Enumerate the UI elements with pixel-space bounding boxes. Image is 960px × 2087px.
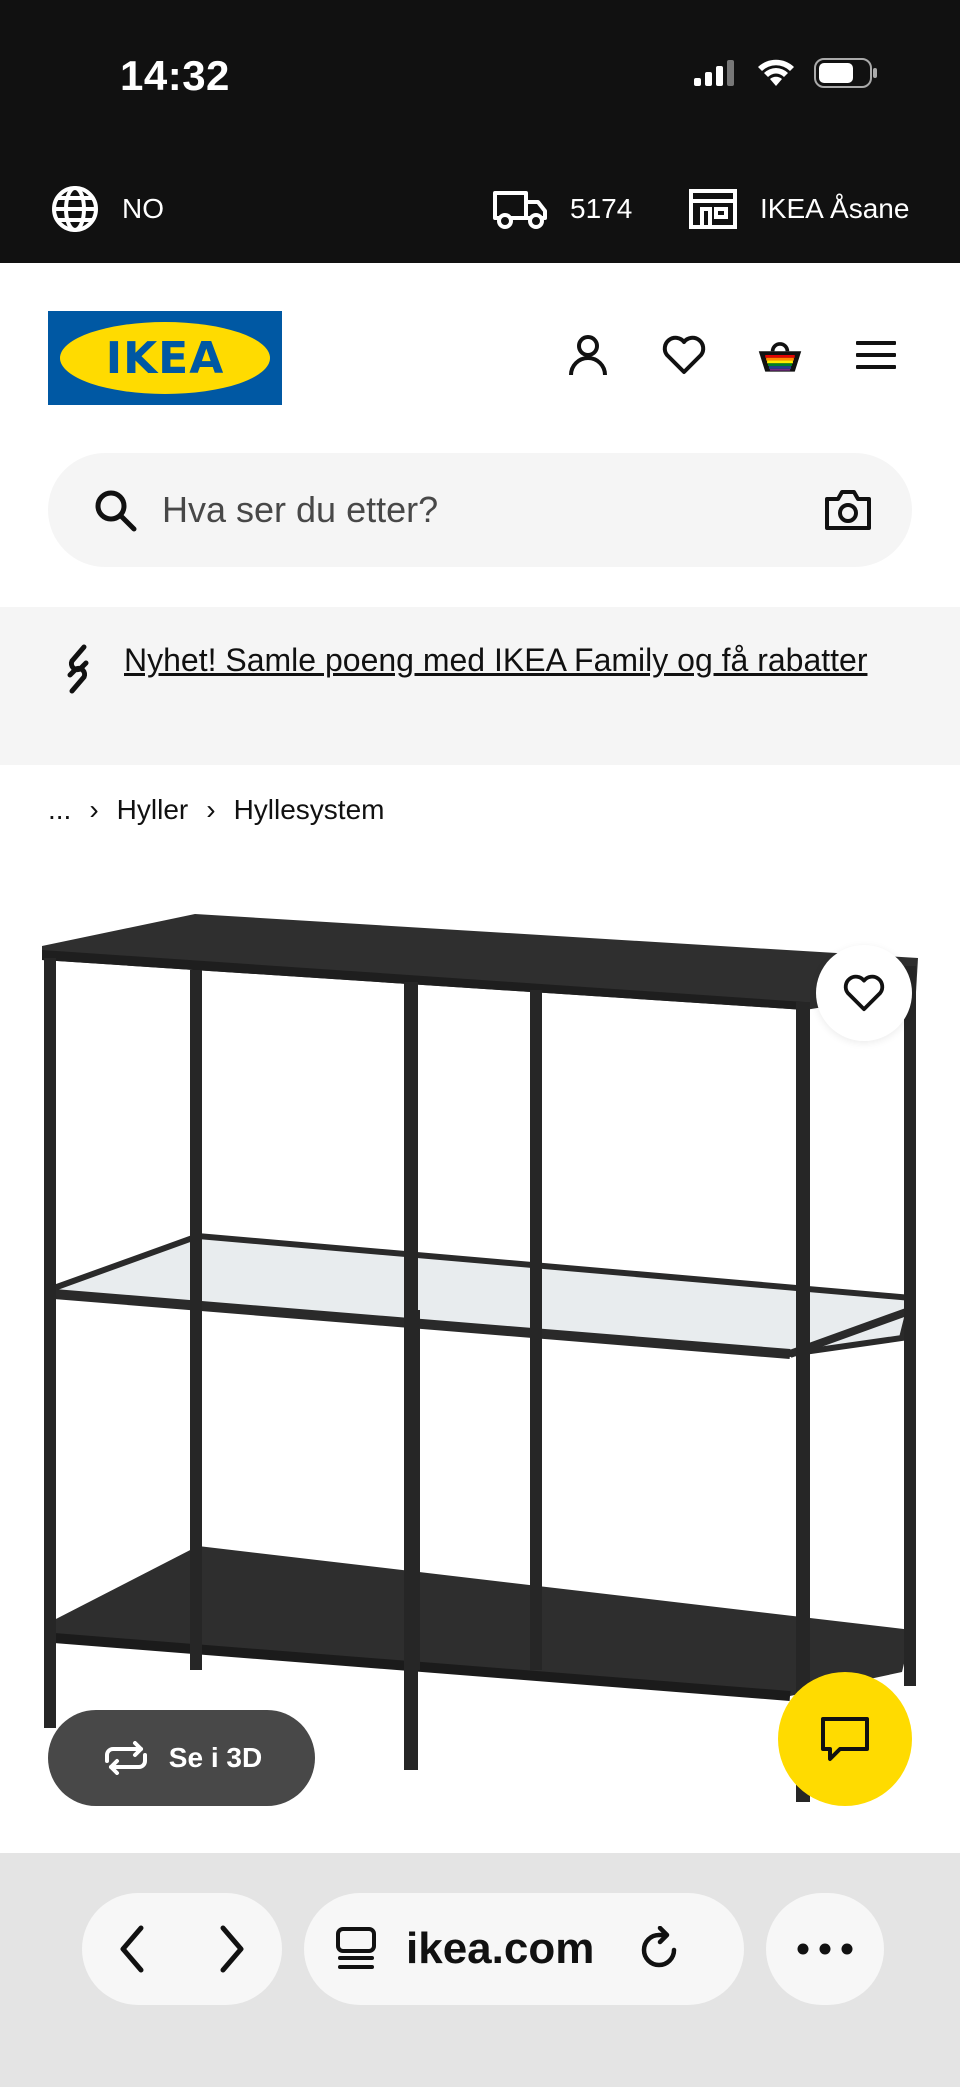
store-label: IKEA Åsane	[760, 193, 910, 224]
search-input[interactable]	[162, 489, 782, 531]
browser-toolbar: ikea.com	[0, 1853, 960, 2087]
truck-icon	[493, 191, 547, 229]
menu-button[interactable]	[852, 331, 900, 379]
search-icon	[95, 490, 137, 532]
chat-icon	[821, 1717, 869, 1761]
chevron-right-icon: ›	[89, 794, 99, 825]
rotate-3d-icon	[104, 1741, 147, 1775]
wifi-icon	[758, 59, 794, 86]
logo-text: IKEA	[105, 332, 225, 384]
breadcrumb: ... › Hyller › Hyllesystem	[48, 794, 384, 826]
ikea-logo[interactable]: IKEA	[48, 311, 282, 405]
more-options-button[interactable]	[766, 1893, 884, 2005]
forward-icon[interactable]	[215, 1924, 249, 1974]
url-text: ikea.com	[406, 1924, 595, 1973]
logo-oval: IKEA	[60, 322, 270, 394]
cart-icon	[758, 342, 802, 372]
status-bar: 14:32	[0, 0, 960, 155]
top-info-bar: NO 5174 IKEA Åsane	[0, 155, 960, 263]
address-bar[interactable]: ikea.com	[304, 1893, 744, 2005]
status-icons	[694, 58, 878, 88]
add-to-favourites-button[interactable]	[816, 945, 912, 1041]
site-header: IKEA	[0, 263, 960, 607]
cart-button[interactable]	[756, 331, 804, 379]
postal-code-label: 5174	[570, 193, 633, 224]
breadcrumb-item-hyllesystem[interactable]: Hyllesystem	[234, 794, 385, 826]
back-icon[interactable]	[115, 1924, 149, 1974]
heart-icon	[662, 335, 706, 374]
view-in-3d-label: Se i 3D	[168, 1742, 263, 1773]
menu-icon	[856, 341, 896, 369]
status-time: 14:32	[120, 52, 230, 99]
more-icon	[797, 1943, 853, 1955]
chevron-right-icon: ›	[206, 794, 216, 825]
promo-banner: Nyhet! Samle poeng med IKEA Family og få…	[0, 607, 960, 765]
promo-link[interactable]: Nyhet! Samle poeng med IKEA Family og få…	[124, 635, 884, 685]
tabs-icon[interactable]	[334, 1926, 378, 1972]
breadcrumb-ellipsis[interactable]: ...	[48, 794, 71, 826]
signal-icon	[694, 60, 734, 86]
globe-icon	[52, 186, 98, 232]
language-selector[interactable]: NO	[50, 179, 164, 239]
view-in-3d-button[interactable]: Se i 3D	[48, 1710, 315, 1806]
language-label: NO	[122, 193, 164, 224]
link-icon	[67, 644, 89, 694]
profile-button[interactable]	[564, 331, 612, 379]
postal-code-selector[interactable]: 5174	[492, 179, 632, 239]
reload-icon[interactable]	[638, 1926, 680, 1972]
battery-icon	[814, 58, 877, 88]
favourites-button[interactable]	[660, 331, 708, 379]
chat-button[interactable]	[778, 1672, 912, 1806]
search-bar[interactable]	[48, 453, 912, 567]
heart-icon	[843, 974, 885, 1012]
header-actions	[564, 331, 900, 379]
camera-icon[interactable]	[824, 487, 872, 533]
store-selector[interactable]: IKEA Åsane	[688, 179, 909, 239]
breadcrumb-item-hyller[interactable]: Hyller	[117, 794, 189, 826]
store-icon	[689, 189, 737, 229]
nav-buttons	[82, 1893, 282, 2005]
profile-icon	[569, 335, 607, 376]
